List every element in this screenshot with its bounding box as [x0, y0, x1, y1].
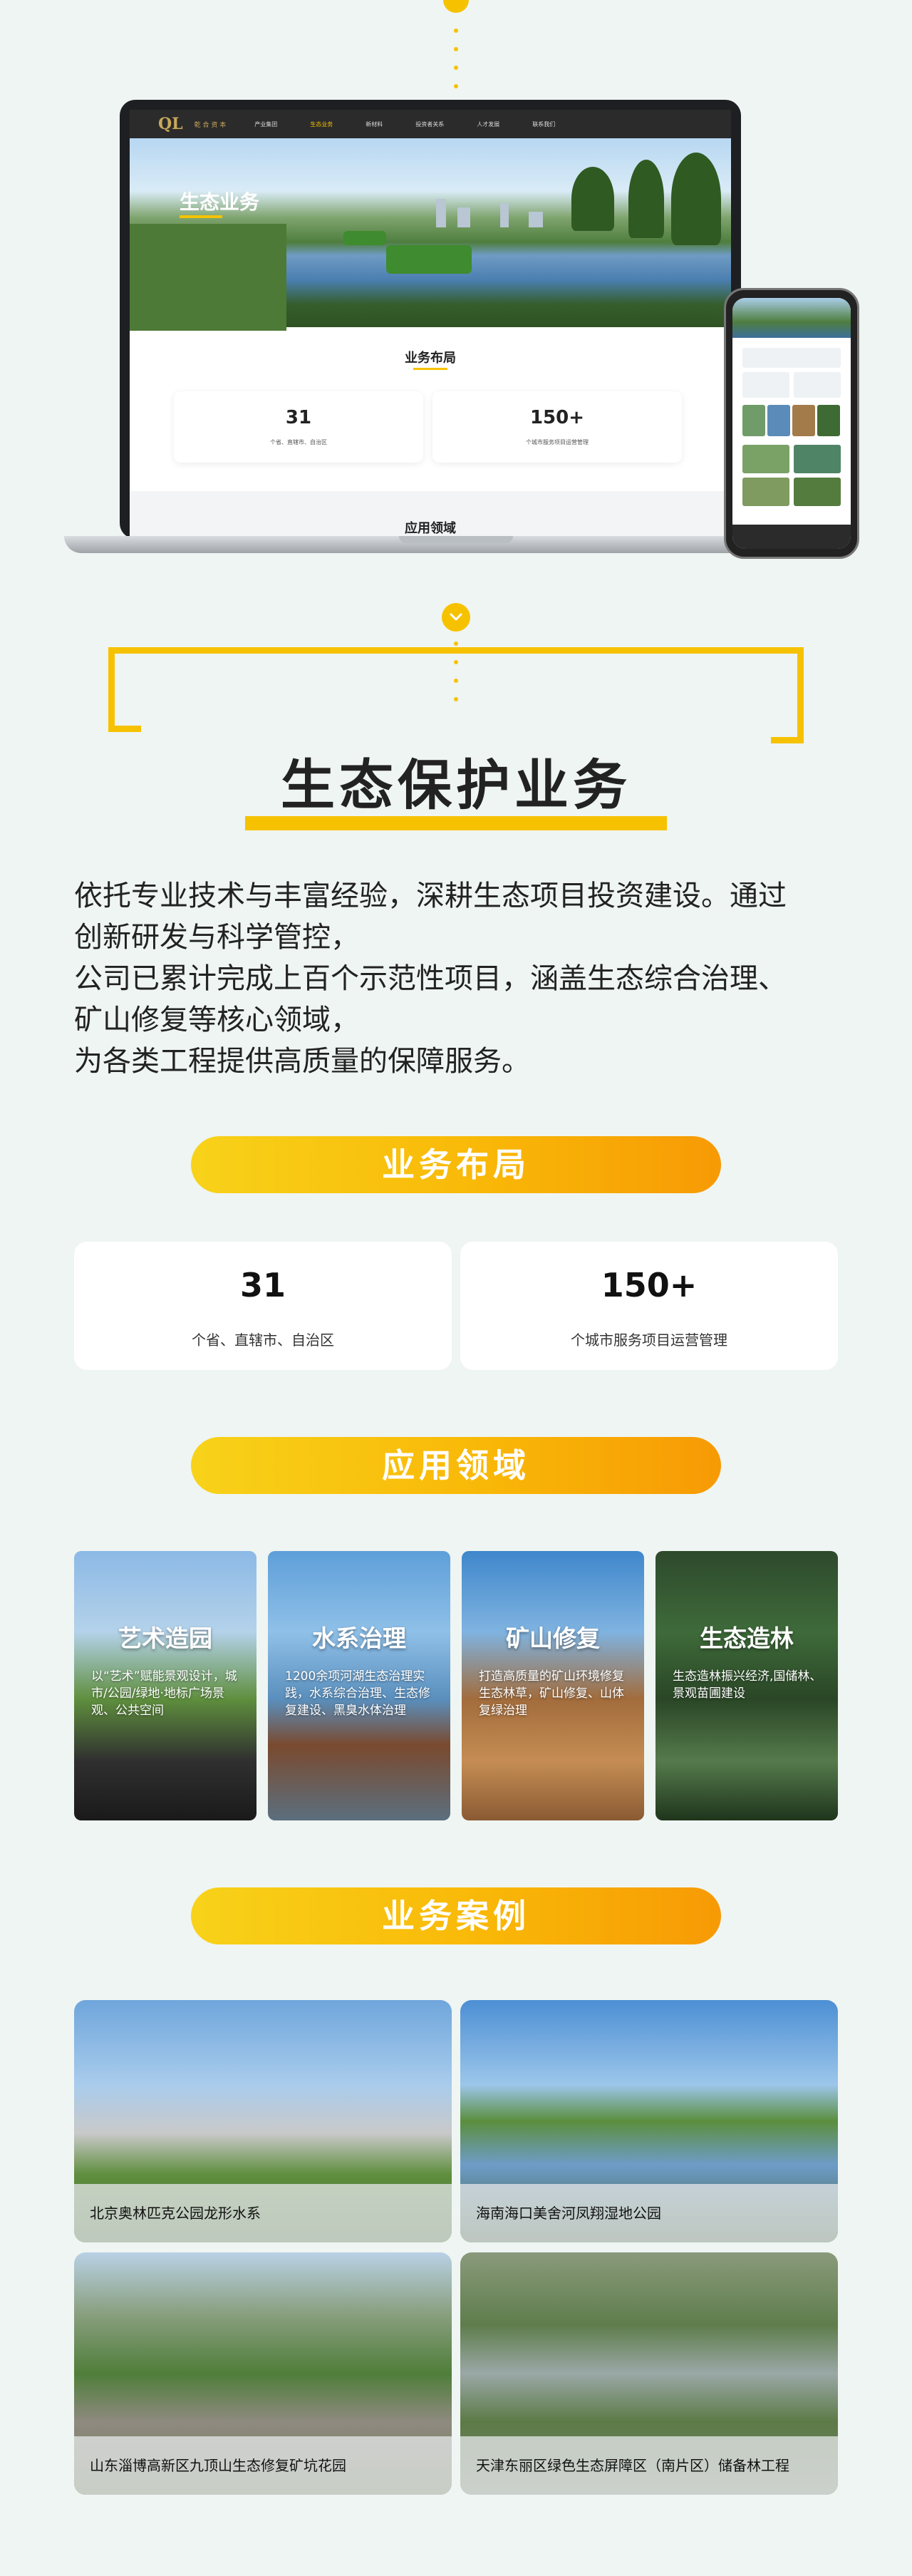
- intro-line: 矿山修复等核心领域，: [74, 1004, 359, 1036]
- site-hero-title: 生态业务: [180, 190, 260, 214]
- site-logo: QL: [158, 115, 183, 133]
- phone-footer: [732, 525, 851, 549]
- application-card-title: 水系治理: [312, 1624, 406, 1652]
- title-bracket: [108, 647, 804, 654]
- intro-text: 依托专业技术与丰富经验，深耕生态项目投资建设。通过 创新研发与科学管控， 公司已…: [74, 875, 844, 1082]
- site-stat-card: 150+ 个城市服务项目运营管理: [432, 391, 682, 463]
- site-section-underline: [413, 368, 447, 370]
- intro-line: 公司已累计完成上百个示范性项目，涵盖生态综合治理、: [74, 962, 787, 995]
- case-card[interactable]: 天津东丽区绿色生态屏障区（南片区）储备林工程: [460, 2252, 838, 2495]
- nav-item: 投资者关系: [415, 120, 445, 128]
- phone-hero-image: [732, 298, 851, 338]
- section-heading-cases: 业务案例: [191, 1887, 721, 1944]
- laptop-screen: QL 乾 合 资 本 产业集团 生态业务 新材料 投资者关系 人才发展 联系我们…: [130, 110, 731, 537]
- site-next-section-title: 应用领域: [405, 521, 456, 536]
- site-stat-label: 个省、直辖市、自治区: [270, 439, 327, 445]
- section-heading-application: 应用领域: [191, 1437, 721, 1494]
- intro-line: 依托专业技术与丰富经验，深耕生态项目投资建设。通过: [74, 880, 787, 912]
- connector-knob: [443, 0, 469, 13]
- nav-item-active: 生态业务: [310, 120, 333, 128]
- application-card-title: 艺术造园: [118, 1624, 212, 1652]
- phone-screen: [732, 298, 851, 549]
- intro-line: 创新研发与科学管控，: [74, 921, 359, 954]
- site-stat-number: 31: [285, 407, 312, 428]
- intro-line: 为各类工程提供高质量的保障服务。: [74, 1045, 530, 1078]
- hero-underline: [180, 215, 222, 218]
- site-nav-bar: QL 乾 合 资 本 产业集团 生态业务 新材料 投资者关系 人才发展 联系我们: [130, 110, 731, 138]
- application-card-desc: 以“艺术”赋能景观设计，城市/公园/绿地·地标广场景观、公共空间: [91, 1669, 237, 1718]
- stat-card: 150+ 个城市服务项目运营管理: [460, 1242, 838, 1370]
- site-brand: 乾 合 资 本: [194, 121, 227, 129]
- chevron-down-icon: [442, 603, 470, 632]
- case-caption: 海南海口美舍河凤翔湿地公园: [460, 2184, 838, 2242]
- application-card-forest[interactable]: 生态造林 生态造林振兴经济,国储林、景观苗圃建设: [656, 1551, 838, 1820]
- page-title: 生态保护业务: [281, 753, 631, 817]
- stat-label: 个城市服务项目运营管理: [571, 1331, 727, 1349]
- nav-item: 联系我们: [532, 120, 556, 128]
- stat-card: 31 个省、直辖市、自治区: [74, 1242, 452, 1370]
- case-caption: 天津东丽区绿色生态屏障区（南片区）储备林工程: [460, 2436, 838, 2495]
- title-bracket: [108, 647, 115, 731]
- case-card[interactable]: 海南海口美舍河凤翔湿地公园: [460, 2000, 838, 2242]
- case-caption: 北京奥林匹克公园龙形水系: [74, 2184, 452, 2242]
- application-card-water[interactable]: 水系治理 1200余项河湖生态治理实践，水系综合治理、生态修复建设、黑臭水体治理: [268, 1551, 450, 1820]
- stat-label: 个省、直辖市、自治区: [192, 1331, 334, 1349]
- application-card-garden[interactable]: 艺术造园 以“艺术”赋能景观设计，城市/公园/绿地·地标广场景观、公共空间: [74, 1551, 256, 1820]
- case-card[interactable]: 山东淄博高新区九顶山生态修复矿坑花园: [74, 2252, 452, 2495]
- application-card-desc: 1200余项河湖生态治理实践，水系综合治理、生态修复建设、黑臭水体治理: [285, 1669, 430, 1718]
- stat-number: 150+: [601, 1266, 698, 1304]
- case-caption: 山东淄博高新区九顶山生态修复矿坑花园: [74, 2436, 452, 2495]
- site-next-section: 应用领域: [130, 491, 731, 537]
- application-card-mine[interactable]: 矿山修复 打造高质量的矿山环境修复生态林草，矿山修复、山体复绿治理: [462, 1551, 644, 1820]
- stat-number: 31: [239, 1266, 286, 1304]
- application-card-title: 生态造林: [700, 1624, 794, 1652]
- application-card-desc: 打造高质量的矿山环境修复生态林草，矿山修复、山体复绿治理: [479, 1669, 624, 1718]
- case-card[interactable]: 北京奥林匹克公园龙形水系: [74, 2000, 452, 2242]
- title-bracket: [108, 726, 141, 732]
- title-bracket: [797, 647, 804, 743]
- site-stat-number: 150+: [529, 407, 585, 428]
- site-stat-card: 31 个省、直辖市、自治区: [174, 391, 423, 463]
- site-stat-label: 个城市服务项目运营管理: [526, 439, 589, 445]
- application-card-desc: 生态造林振兴经济,国储林、景观苗圃建设: [673, 1669, 822, 1701]
- site-hero-image: 生态业务: [130, 138, 731, 331]
- section-heading-layout: 业务布局: [191, 1136, 721, 1193]
- site-section-title: 业务布局: [405, 351, 456, 366]
- nav-item: 产业集团: [254, 120, 278, 128]
- laptop-notch: [399, 536, 513, 543]
- connector-dots-top: [454, 29, 458, 103]
- application-card-title: 矿山修复: [506, 1624, 600, 1652]
- nav-item: 人才发展: [477, 120, 500, 128]
- nav-item: 新材料: [366, 120, 383, 128]
